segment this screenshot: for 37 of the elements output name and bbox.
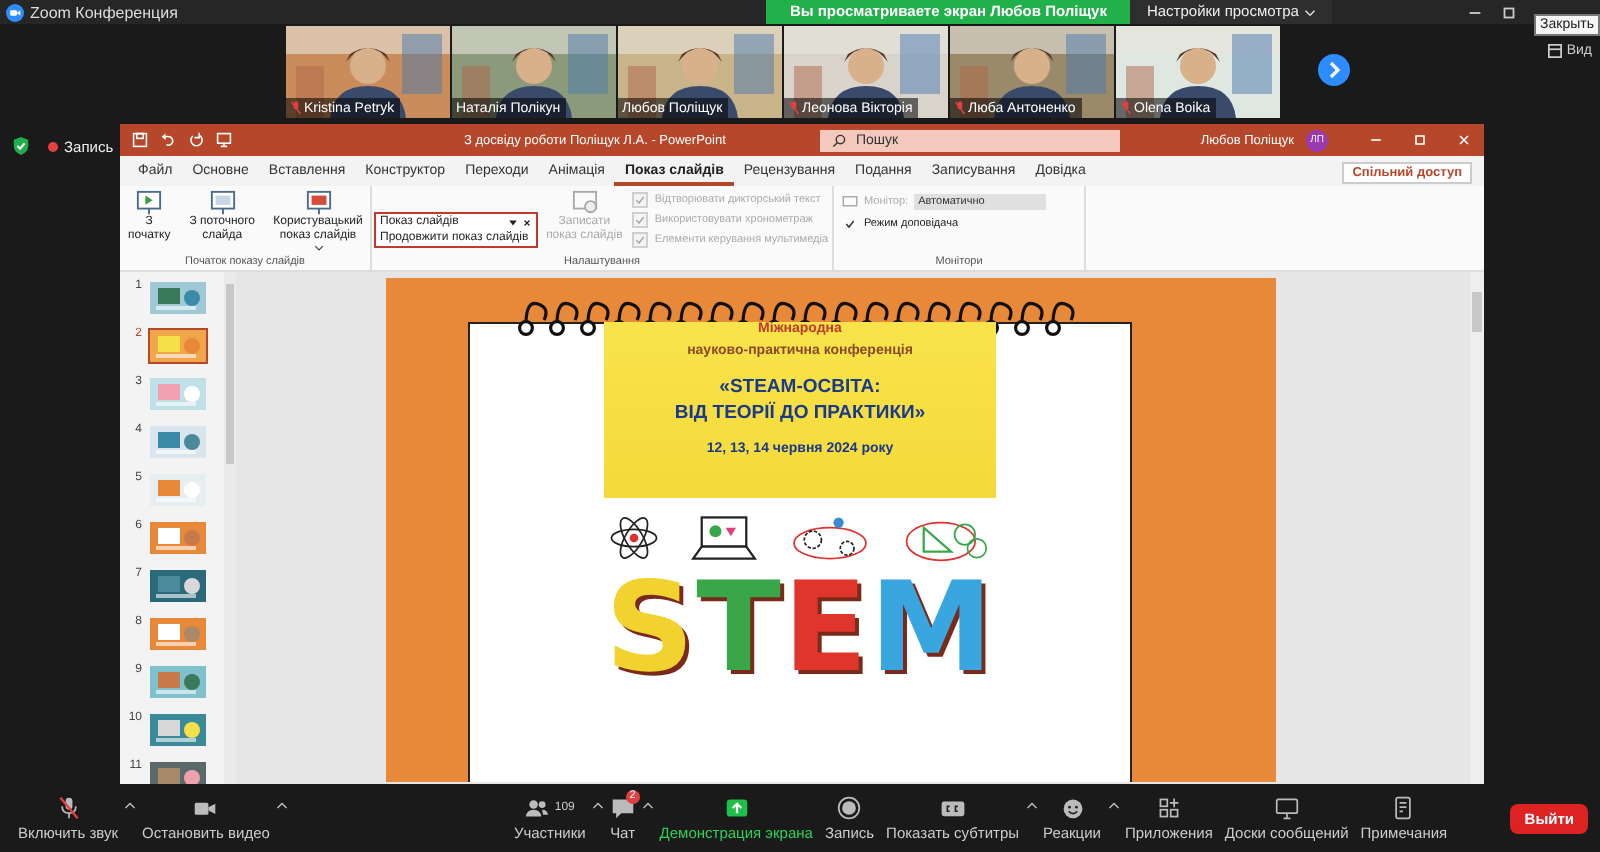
notes-icon: [1390, 795, 1417, 819]
shield-icon: [12, 136, 30, 156]
save-icon[interactable]: [132, 132, 148, 148]
atom-icon: [608, 514, 660, 562]
whiteboard-icon: [1273, 795, 1300, 819]
caret-icon[interactable]: [275, 799, 288, 809]
checkbox[interactable]: [842, 216, 858, 232]
slide-title: «STEAM-ОСВІТА:: [719, 376, 881, 398]
caret-icon[interactable]: [508, 217, 518, 227]
monitor-icon: [842, 196, 858, 208]
smiley-icon: [1059, 795, 1085, 819]
participants-icon: [524, 795, 551, 819]
undo-icon[interactable]: [160, 132, 176, 148]
apps-icon: [1155, 795, 1182, 819]
presentation-icon[interactable]: [216, 132, 232, 148]
zoom-logo-icon: [6, 3, 24, 21]
recording-dot-icon: [48, 141, 58, 151]
next-page-icon[interactable]: [1318, 54, 1350, 86]
caret-icon[interactable]: [591, 799, 604, 809]
chat-icon: [609, 795, 636, 819]
laptop-icon: [688, 514, 760, 562]
restore-icon[interactable]: [1500, 3, 1519, 21]
muted-mic-icon: [55, 795, 82, 819]
caret-icon[interactable]: [1025, 799, 1038, 809]
caret-icon[interactable]: [641, 799, 654, 809]
search-icon: [832, 133, 846, 147]
caret-icon: [1304, 7, 1317, 17]
share-screen-icon: [723, 795, 750, 819]
caret-icon[interactable]: [1107, 799, 1119, 809]
record-icon: [836, 795, 863, 819]
close-icon[interactable]: [522, 217, 532, 227]
slide-title: ВІД ТЕОРІЇ ДО ПРАКТИКИ»: [674, 402, 926, 424]
scrollbar-thumb[interactable]: [1472, 292, 1482, 332]
stem-title: STEM: [604, 566, 995, 690]
redo-icon[interactable]: [188, 132, 204, 148]
app-title: Zoom Конференция: [30, 3, 178, 21]
caret-icon[interactable]: [124, 799, 137, 809]
